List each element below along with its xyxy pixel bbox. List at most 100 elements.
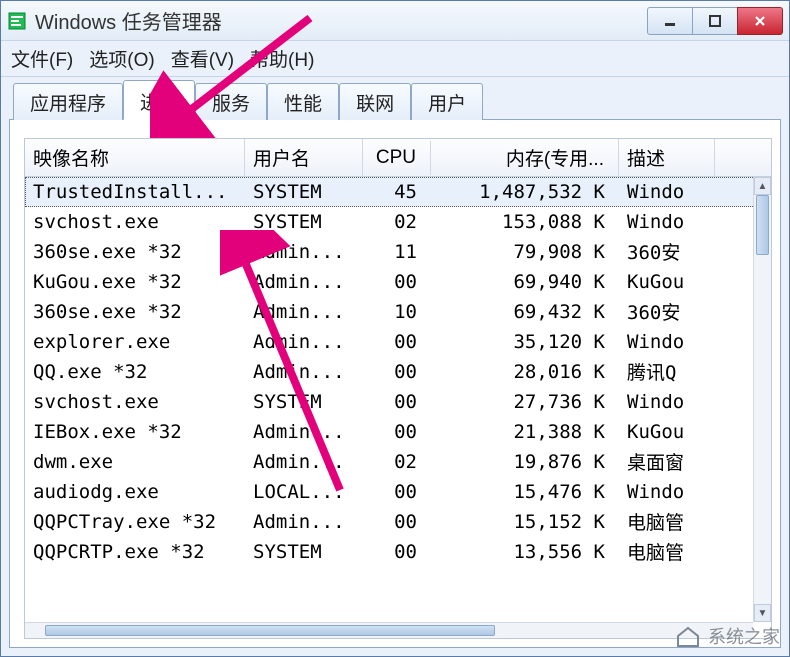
content-area: 应用程序 进程 服务 性能 联网 用户 映像名称 用户名 CPU 内存(专用..… [1,77,789,656]
menu-options[interactable]: 选项(O) [89,45,154,72]
cell-img: audiodg.exe [25,479,245,505]
menu-help[interactable]: 帮助(H) [250,45,314,72]
cell-img: KuGou.exe *32 [25,269,245,295]
tab-services[interactable]: 服务 [195,83,267,120]
cell-user: LOCAL... [245,479,363,505]
cell-mem: 1,487,532 K [431,179,619,205]
table-row[interactable]: svchost.exeSYSTEM0027,736 KWindo [25,387,771,417]
cell-user: SYSTEM [245,209,363,235]
table-row[interactable]: 360se.exe *32Admin...1179,908 K360安 [25,237,771,267]
menu-view[interactable]: 查看(V) [171,45,234,72]
cell-mem: 27,736 K [431,389,619,415]
cell-desc: 电脑管 [619,506,715,537]
table-row[interactable]: audiodg.exeLOCAL...0015,476 KWindo [25,477,771,507]
cell-mem: 79,908 K [431,239,619,265]
cell-mem: 19,876 K [431,449,619,475]
table-row[interactable]: explorer.exeAdmin...0035,120 KWindo [25,327,771,357]
cell-cpu: 00 [363,359,431,385]
cell-desc: 桌面窗 [619,446,715,477]
cell-desc: 电脑管 [619,536,715,567]
titlebar[interactable]: Windows 任务管理器 [1,1,789,41]
cell-desc: Windo [619,209,715,235]
menubar: 文件(F) 选项(O) 查看(V) 帮助(H) [1,41,789,77]
cell-desc: 腾讯Q [619,356,715,387]
cell-mem: 15,476 K [431,479,619,505]
table-row[interactable]: QQPCRTP.exe *32SYSTEM0013,556 K电脑管 [25,537,771,567]
cell-user: Admin... [245,269,363,295]
cell-user: Admin... [245,419,363,445]
cell-cpu: 45 [363,179,431,205]
vscroll-thumb[interactable] [756,195,769,255]
cell-desc: Windo [619,479,715,505]
table-row[interactable]: TrustedInstall...SYSTEM451,487,532 KWind… [25,177,771,207]
table-row[interactable]: IEBox.exe *32Admin...0021,388 KKuGou [25,417,771,447]
cell-user: Admin... [245,329,363,355]
cell-desc: KuGou [619,269,715,295]
table-row[interactable]: 360se.exe *32Admin...1069,432 K360安 [25,297,771,327]
maximize-icon [708,14,722,28]
tab-applications[interactable]: 应用程序 [13,83,123,120]
app-icon [7,11,27,31]
col-cpu[interactable]: CPU [363,141,431,175]
cell-desc: 360安 [619,296,715,327]
table-row[interactable]: svchost.exeSYSTEM02153,088 KWindo [25,207,771,237]
watermark-icon [674,624,702,648]
cell-img: svchost.exe [25,389,245,415]
cell-user: Admin... [245,299,363,325]
table-body: TrustedInstall...SYSTEM451,487,532 KWind… [25,177,771,638]
cell-user: SYSTEM [245,539,363,565]
cell-mem: 28,016 K [431,359,619,385]
scroll-up-icon[interactable]: ▲ [754,177,771,195]
table-header: 映像名称 用户名 CPU 内存(专用... 描述 [25,139,771,177]
cell-desc: 360安 [619,236,715,267]
menu-file[interactable]: 文件(F) [11,45,73,72]
hscroll-thumb[interactable] [45,625,495,636]
cell-img: 360se.exe *32 [25,239,245,265]
cell-cpu: 10 [363,299,431,325]
col-user[interactable]: 用户名 [245,138,363,177]
minimize-icon [663,14,677,28]
tab-networking[interactable]: 联网 [339,83,411,120]
cell-user: SYSTEM [245,179,363,205]
window-buttons [648,7,783,35]
col-desc[interactable]: 描述 [619,138,715,177]
cell-mem: 21,388 K [431,419,619,445]
table-row[interactable]: dwm.exeAdmin...0219,876 K桌面窗 [25,447,771,477]
cell-mem: 69,940 K [431,269,619,295]
cell-img: svchost.exe [25,209,245,235]
maximize-button[interactable] [692,7,738,35]
cell-cpu: 00 [363,539,431,565]
tab-performance[interactable]: 性能 [267,83,339,120]
watermark: 系统之家 [674,623,780,649]
table-row[interactable]: QQ.exe *32Admin...0028,016 K腾讯Q [25,357,771,387]
tab-processes[interactable]: 进程 [123,80,195,120]
table-row[interactable]: KuGou.exe *32Admin...0069,940 KKuGou [25,267,771,297]
cell-cpu: 00 [363,479,431,505]
close-icon [753,14,767,28]
cell-cpu: 00 [363,269,431,295]
cell-img: TrustedInstall... [25,179,245,205]
cell-cpu: 00 [363,509,431,535]
cell-mem: 35,120 K [431,329,619,355]
col-image-name[interactable]: 映像名称 [25,138,245,177]
cell-mem: 69,432 K [431,299,619,325]
cell-user: Admin... [245,359,363,385]
task-manager-window: Windows 任务管理器 文件(F) 选项(O) 查看(V) 帮助(H) 应用… [0,0,790,657]
close-button[interactable] [737,7,783,35]
cell-img: QQPCTray.exe *32 [25,509,245,535]
tabstrip: 应用程序 进程 服务 性能 联网 用户 [9,83,781,119]
horizontal-scrollbar[interactable] [25,622,753,638]
cell-cpu: 11 [363,239,431,265]
cell-user: SYSTEM [245,389,363,415]
cell-cpu: 02 [363,449,431,475]
minimize-button[interactable] [647,7,693,35]
tab-body: 映像名称 用户名 CPU 内存(专用... 描述 TrustedInstall.… [9,119,781,648]
table-row[interactable]: QQPCTray.exe *32Admin...0015,152 K电脑管 [25,507,771,537]
vertical-scrollbar[interactable]: ▲ ▼ [753,177,771,622]
scroll-down-icon[interactable]: ▼ [754,604,771,622]
col-mem[interactable]: 内存(专用... [431,138,619,177]
tab-users[interactable]: 用户 [411,83,483,120]
watermark-text: 系统之家 [708,623,780,649]
cell-mem: 13,556 K [431,539,619,565]
cell-img: IEBox.exe *32 [25,419,245,445]
